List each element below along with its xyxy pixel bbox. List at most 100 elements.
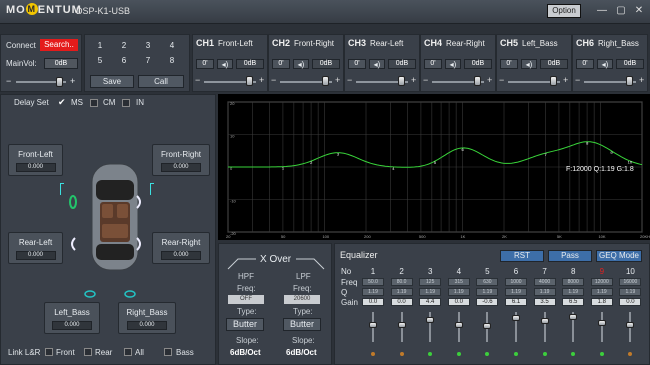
ch3-gain-box[interactable]: 0dB <box>388 59 416 69</box>
eq-band-4-slider-knob[interactable] <box>454 322 463 328</box>
ch1-speaker-icon[interactable]: ◂) <box>217 59 233 69</box>
eq-band-8-slider-knob[interactable] <box>569 314 578 321</box>
lpf-type-select[interactable]: Butter <box>283 318 321 331</box>
hpf-slope-select[interactable]: 6dB/Oct <box>230 348 261 357</box>
eq-band-2-number[interactable]: 2 <box>391 267 413 276</box>
eq-band-7-slider-knob[interactable] <box>540 317 549 324</box>
ch4-minus-button[interactable]: − <box>423 75 428 85</box>
front-right-box[interactable]: Front-Right 0.000 <box>152 144 210 176</box>
ch1-minus-button[interactable]: − <box>195 75 200 85</box>
eq-band-4-gain[interactable]: 0.0 <box>447 298 470 306</box>
eq-band-3-slider-knob[interactable] <box>426 316 435 323</box>
rear-right-box[interactable]: Rear-Right 0.000 <box>152 232 210 264</box>
mainvol-plus-button[interactable]: + <box>70 76 75 86</box>
left-bass-box[interactable]: Left_Bass 0.000 <box>44 302 100 334</box>
rear-left-delay[interactable]: 0.000 <box>15 251 56 260</box>
eq-band-1-freq[interactable]: 50.0 <box>362 278 384 286</box>
eq-band-3-freq[interactable]: 125 <box>419 278 442 286</box>
eq-band-10-number[interactable]: 10 <box>619 267 641 276</box>
eq-band-9-slider[interactable] <box>600 312 603 342</box>
eq-band-6-freq[interactable]: 1000 <box>505 278 527 286</box>
eq-band-7-gain[interactable]: 3.5 <box>533 298 556 306</box>
ch6-plus-button[interactable]: + <box>639 75 644 85</box>
eq-band-2-q[interactable]: 1.19 <box>390 288 413 296</box>
ch5-gain-knob[interactable] <box>550 76 557 86</box>
link-bass-checkbox[interactable] <box>164 348 172 356</box>
ch2-speaker-icon[interactable]: ◂) <box>293 59 309 69</box>
eq-band-3-gain[interactable]: 4.4 <box>419 298 442 306</box>
right-bass-delay[interactable]: 0.000 <box>127 321 167 330</box>
eq-band-9-q[interactable]: 1.19 <box>590 288 613 296</box>
eq-band-2-gain[interactable]: 0.0 <box>390 298 413 306</box>
eq-band-1-gain[interactable]: 0.0 <box>362 298 384 306</box>
front-left-box[interactable]: Front-Left 0.000 <box>8 144 63 176</box>
hpf-freq-input[interactable]: OFF <box>228 295 264 304</box>
eq-band-6-number[interactable]: 6 <box>505 267 527 276</box>
ch5-gain-box[interactable]: 0dB <box>540 59 568 69</box>
eq-band-3-q[interactable]: 1.19 <box>419 288 442 296</box>
front-left-delay[interactable]: 0.000 <box>15 163 56 172</box>
front-right-delay[interactable]: 0.000 <box>161 163 201 172</box>
ch3-minus-button[interactable]: − <box>347 75 352 85</box>
eq-band-7-freq[interactable]: 4000 <box>533 278 556 286</box>
close-icon[interactable]: ✕ <box>632 4 646 18</box>
eq-pass-button[interactable]: Pass <box>548 250 592 262</box>
eq-band-8-number[interactable]: 8 <box>562 267 584 276</box>
preset-button-1[interactable]: 1 <box>93 40 107 52</box>
rear-left-box[interactable]: Rear-Left 0.000 <box>8 232 63 264</box>
preset-button-4[interactable]: 4 <box>165 40 179 52</box>
eq-band-8-freq[interactable]: 8000 <box>562 278 585 286</box>
right-bass-box[interactable]: Right_Bass 0.000 <box>118 302 176 334</box>
eq-reset-button[interactable]: RST <box>500 250 544 262</box>
delay-ms-checkbox[interactable]: ✔ <box>58 98 66 107</box>
eq-band-6-gain[interactable]: 6.1 <box>505 298 527 306</box>
ch3-speaker-icon[interactable]: ◂) <box>369 59 385 69</box>
eq-geq-mode-button[interactable]: GEQ Mode <box>596 250 642 262</box>
left-bass-delay[interactable]: 0.000 <box>52 321 92 330</box>
ch2-minus-button[interactable]: − <box>271 75 276 85</box>
ch4-gain-box[interactable]: 0dB <box>464 59 492 69</box>
preset-button-8[interactable]: 8 <box>165 55 179 67</box>
ch2-gain-box[interactable]: 0dB <box>312 59 340 69</box>
preset-button-3[interactable]: 3 <box>141 40 155 52</box>
eq-band-9-number[interactable]: 9 <box>591 267 613 276</box>
eq-band-6-q[interactable]: 1.19 <box>505 288 527 296</box>
eq-band-1-q[interactable]: 1.19 <box>362 288 384 296</box>
preset-button-6[interactable]: 6 <box>117 55 131 67</box>
preset-button-5[interactable]: 5 <box>93 55 107 67</box>
ch6-minus-button[interactable]: − <box>575 75 580 85</box>
eq-band-7-q[interactable]: 1.19 <box>533 288 556 296</box>
ch6-delay-box[interactable]: 0' <box>576 59 594 69</box>
ch2-gain-knob[interactable] <box>322 76 329 86</box>
eq-band-7-slider[interactable] <box>543 312 546 342</box>
eq-band-8-gain[interactable]: 6.5 <box>562 298 585 306</box>
search-button[interactable]: Search.. <box>40 39 78 51</box>
ch6-speaker-icon[interactable]: ◂) <box>597 59 613 69</box>
eq-band-9-freq[interactable]: 12000 <box>590 278 613 286</box>
ch5-delay-box[interactable]: 0' <box>500 59 518 69</box>
call-button[interactable]: Call <box>138 75 184 88</box>
ch5-speaker-icon[interactable]: ◂) <box>521 59 537 69</box>
ch1-plus-button[interactable]: + <box>259 75 264 85</box>
ch4-delay-box[interactable]: 0' <box>424 59 442 69</box>
link-front-checkbox[interactable] <box>45 348 53 356</box>
save-button[interactable]: Save <box>90 75 134 88</box>
eq-band-10-freq[interactable]: 16000 <box>619 278 642 286</box>
eq-band-8-q[interactable]: 1.19 <box>562 288 585 296</box>
mainvol-minus-button[interactable]: − <box>6 76 11 86</box>
eq-band-5-slider-knob[interactable] <box>483 322 492 329</box>
eq-band-4-q[interactable]: 1.19 <box>447 288 470 296</box>
maximize-icon[interactable]: ▢ <box>614 4 628 18</box>
eq-band-1-slider-knob[interactable] <box>369 322 377 328</box>
lpf-slope-select[interactable]: 6dB/Oct <box>286 348 317 357</box>
eq-band-2-slider-knob[interactable] <box>397 322 406 328</box>
ch4-gain-knob[interactable] <box>474 76 481 86</box>
preset-button-7[interactable]: 7 <box>141 55 155 67</box>
eq-band-5-freq[interactable]: 630 <box>476 278 499 286</box>
delay-in-checkbox[interactable] <box>122 99 130 107</box>
mainvol-slider-knob[interactable] <box>56 77 63 87</box>
ch1-delay-box[interactable]: 0' <box>196 59 214 69</box>
eq-band-5-q[interactable]: 1.19 <box>476 288 499 296</box>
ch2-plus-button[interactable]: + <box>335 75 340 85</box>
ch1-gain-knob[interactable] <box>246 76 253 86</box>
